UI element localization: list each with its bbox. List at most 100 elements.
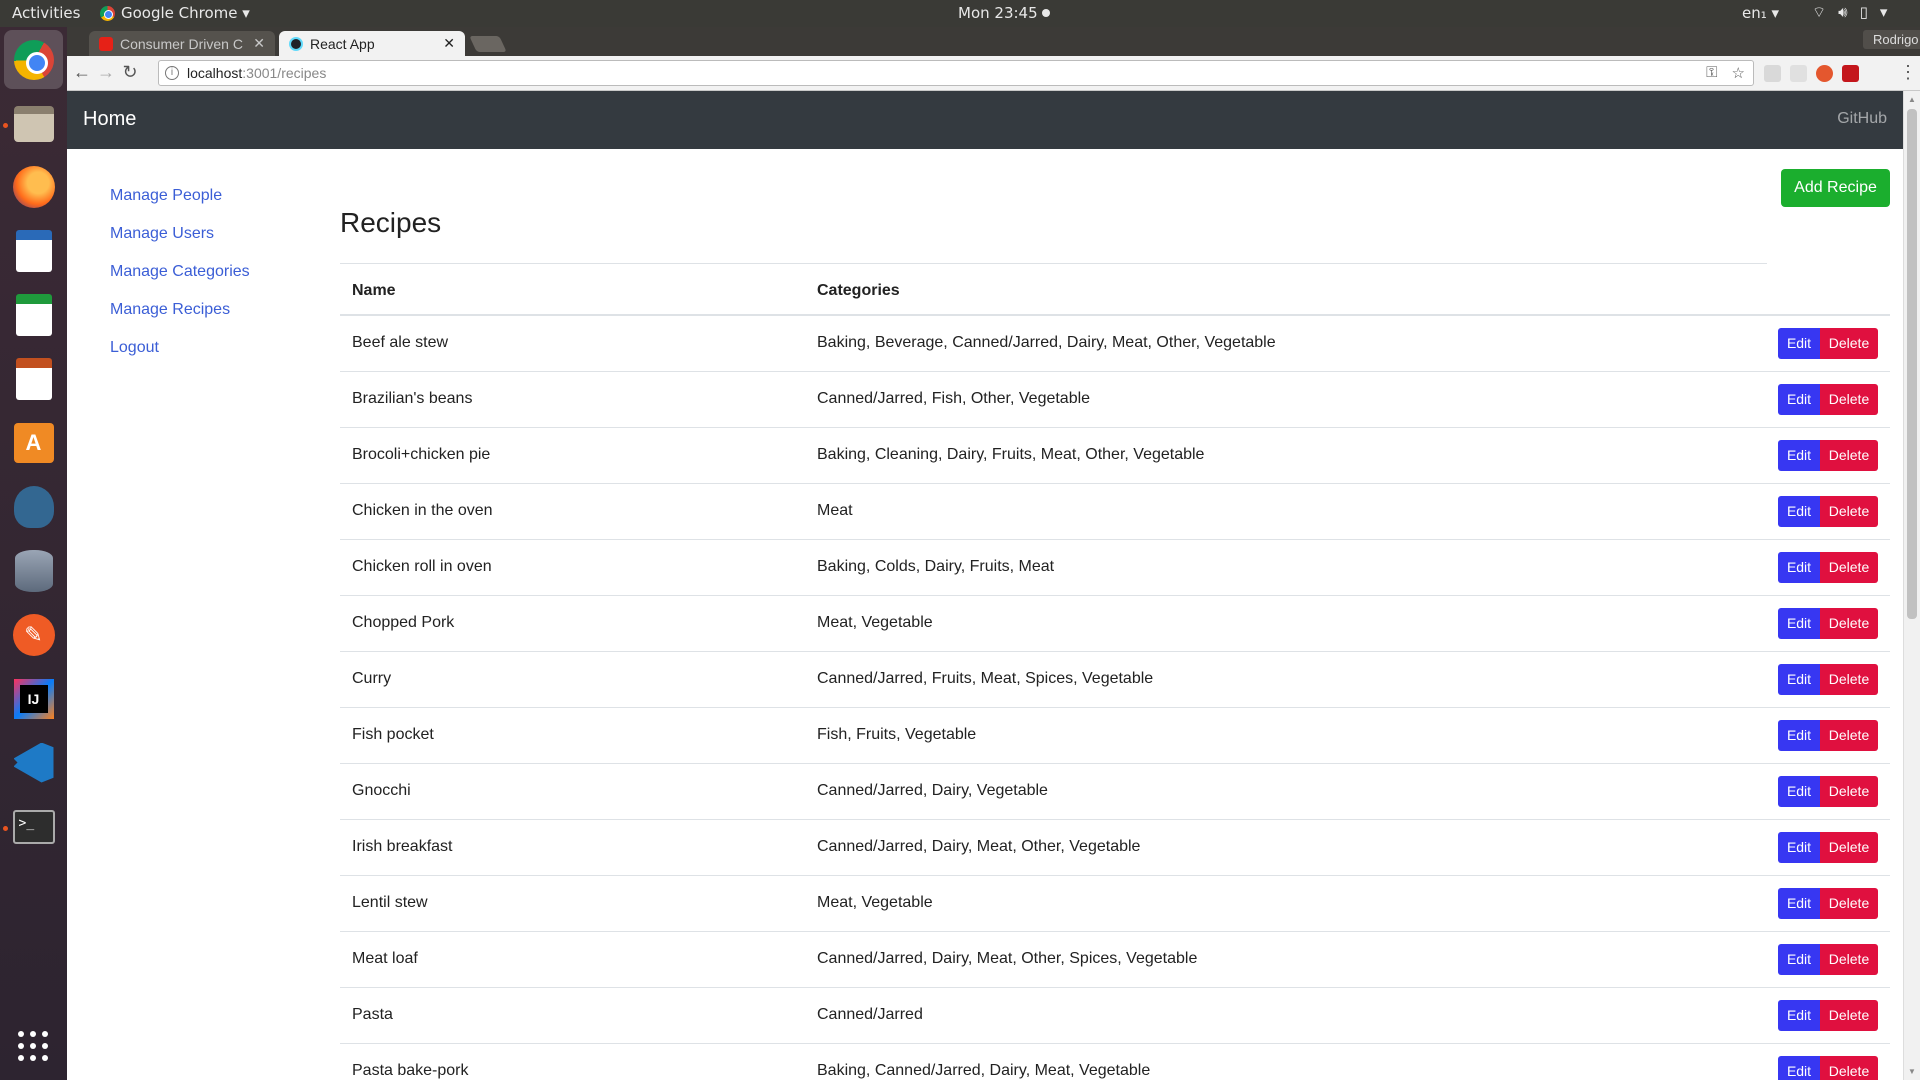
- close-icon[interactable]: ✕: [443, 35, 455, 52]
- dock-chrome[interactable]: [4, 30, 63, 89]
- edit-button[interactable]: Edit: [1778, 831, 1820, 863]
- delete-button[interactable]: Delete: [1820, 551, 1878, 583]
- delete-button[interactable]: Delete: [1820, 327, 1878, 359]
- system-menu[interactable]: ⌔ 🔊︎ ▯ ▾: [1812, 3, 1887, 22]
- edit-button[interactable]: Edit: [1778, 775, 1820, 807]
- clock[interactable]: Mon 23:45: [958, 4, 1050, 22]
- delete-button[interactable]: Delete: [1820, 719, 1878, 751]
- edit-button[interactable]: Edit: [1778, 383, 1820, 415]
- back-arrow-icon[interactable]: ←: [71, 62, 93, 83]
- extension-icon[interactable]: [1764, 65, 1781, 82]
- reload-icon[interactable]: ↻: [119, 62, 141, 83]
- show-applications-button[interactable]: [10, 1023, 57, 1070]
- delete-button[interactable]: Delete: [1820, 831, 1878, 863]
- address-bar[interactable]: i localhost:3001/recipes ⚿ ☆: [158, 60, 1754, 86]
- chrome-icon: [100, 5, 115, 21]
- activities-button[interactable]: Activities: [12, 4, 80, 22]
- home-link[interactable]: Home: [83, 108, 136, 131]
- sidebar-item-logout[interactable]: Logout: [110, 339, 250, 377]
- software-center-icon: A: [13, 422, 54, 463]
- edit-button[interactable]: Edit: [1778, 663, 1820, 695]
- delete-button[interactable]: Delete: [1820, 1055, 1878, 1080]
- language-selector[interactable]: en₁ ▾: [1742, 4, 1779, 22]
- sidebar-nav: Manage People Manage Users Manage Catego…: [110, 187, 250, 377]
- info-icon[interactable]: i: [165, 66, 179, 80]
- menu-kebab-icon[interactable]: ⋮: [1897, 62, 1919, 83]
- dock-software-center[interactable]: A: [10, 419, 57, 466]
- dock-postgres[interactable]: [10, 483, 57, 530]
- table-row: Gnocchi Canned/Jarred, Dairy, Vegetable Ed…: [340, 763, 1890, 820]
- dock-writer[interactable]: [10, 227, 57, 274]
- close-icon[interactable]: ✕: [253, 35, 265, 52]
- scroll-down-icon[interactable]: ▼: [1908, 1067, 1916, 1076]
- youtube-favicon-icon: [99, 36, 113, 51]
- tab-consumer-driven[interactable]: Consumer Driven C ✕: [89, 31, 275, 56]
- sidebar-item-manage-users[interactable]: Manage Users: [110, 225, 250, 263]
- table-row: Chicken roll in oven Baking, Colds, Dairy…: [340, 539, 1890, 596]
- table-row: Brazilian's beans Canned/Jarred, Fish, Ot…: [340, 371, 1890, 428]
- edit-button[interactable]: Edit: [1778, 719, 1820, 751]
- recipe-categories: Baking, Colds, Dairy, Fruits, Meat: [805, 539, 1664, 596]
- scrollbar-thumb[interactable]: [1907, 109, 1917, 619]
- edit-button[interactable]: Edit: [1778, 495, 1820, 527]
- row-actions: Edit Delete: [1663, 875, 1890, 932]
- delete-button[interactable]: Delete: [1820, 495, 1878, 527]
- delete-button[interactable]: Delete: [1820, 383, 1878, 415]
- table-row: Irish breakfast Canned/Jarred, Dairy, Mea…: [340, 819, 1890, 876]
- dock-impress[interactable]: [10, 355, 57, 402]
- scrollbar[interactable]: ▲ ▼: [1903, 91, 1920, 1080]
- edit-button[interactable]: Edit: [1778, 943, 1820, 975]
- recipe-categories: Canned/Jarred, Fruits, Meat, Spices, Veg…: [805, 651, 1664, 708]
- delete-button[interactable]: Delete: [1820, 999, 1878, 1031]
- edit-button[interactable]: Edit: [1778, 887, 1820, 919]
- delete-button[interactable]: Delete: [1820, 663, 1878, 695]
- row-actions: Edit Delete: [1663, 931, 1890, 988]
- add-recipe-button[interactable]: Add Recipe: [1781, 169, 1890, 207]
- new-tab-button[interactable]: [469, 36, 507, 52]
- star-icon[interactable]: ☆: [1732, 64, 1745, 82]
- delete-button[interactable]: Delete: [1820, 887, 1878, 919]
- dock-postman[interactable]: ✎: [10, 611, 57, 658]
- delete-button[interactable]: Delete: [1820, 607, 1878, 639]
- delete-button[interactable]: Delete: [1820, 439, 1878, 471]
- edit-button[interactable]: Edit: [1778, 551, 1820, 583]
- clock-label: Mon 23:45: [958, 4, 1038, 22]
- recipe-categories: Baking, Cleaning, Dairy, Fruits, Meat, O…: [805, 427, 1664, 484]
- profile-button[interactable]: Rodrigo: [1863, 30, 1920, 49]
- edit-button[interactable]: Edit: [1778, 607, 1820, 639]
- edit-button[interactable]: Edit: [1778, 1055, 1820, 1080]
- extension-icon[interactable]: [1816, 65, 1833, 82]
- app-grid-icon: [17, 1030, 50, 1063]
- extension-icon[interactable]: [1842, 65, 1859, 82]
- tab-react-app[interactable]: React App ✕: [279, 31, 465, 56]
- battery-icon: ▯: [1859, 3, 1868, 21]
- edit-button[interactable]: Edit: [1778, 439, 1820, 471]
- sidebar-item-manage-people[interactable]: Manage People: [110, 187, 250, 225]
- dock-terminal[interactable]: >_: [10, 803, 57, 850]
- row-actions: Edit Delete: [1663, 483, 1890, 540]
- edit-button[interactable]: Edit: [1778, 327, 1820, 359]
- row-actions: Edit Delete: [1663, 651, 1890, 708]
- forward-arrow-icon[interactable]: →: [95, 62, 117, 83]
- dock-database[interactable]: [10, 547, 57, 594]
- table-row: Chicken in the oven Meat Edit Delete: [340, 483, 1890, 540]
- edit-button[interactable]: Edit: [1778, 999, 1820, 1031]
- sidebar-item-manage-recipes[interactable]: Manage Recipes: [110, 301, 250, 339]
- scroll-up-icon[interactable]: ▲: [1908, 95, 1916, 104]
- dock-calc[interactable]: [10, 291, 57, 338]
- sidebar-item-manage-categories[interactable]: Manage Categories: [110, 263, 250, 301]
- dock-firefox[interactable]: [10, 163, 57, 210]
- github-link[interactable]: GitHub: [1837, 110, 1887, 128]
- running-indicator-icon: [3, 826, 8, 831]
- delete-button[interactable]: Delete: [1820, 943, 1878, 975]
- extension-icon[interactable]: [1790, 65, 1807, 82]
- app-menu[interactable]: Google Chrome ▾: [100, 4, 250, 22]
- running-indicator-icon: [3, 123, 8, 128]
- recipe-name: Beef ale stew: [340, 315, 805, 372]
- delete-button[interactable]: Delete: [1820, 775, 1878, 807]
- key-icon[interactable]: ⚿: [1706, 64, 1717, 82]
- vscode-icon: [13, 742, 54, 783]
- dock-files[interactable]: [10, 100, 57, 147]
- dock-intellij[interactable]: [10, 675, 57, 722]
- dock-vscode[interactable]: [10, 739, 57, 786]
